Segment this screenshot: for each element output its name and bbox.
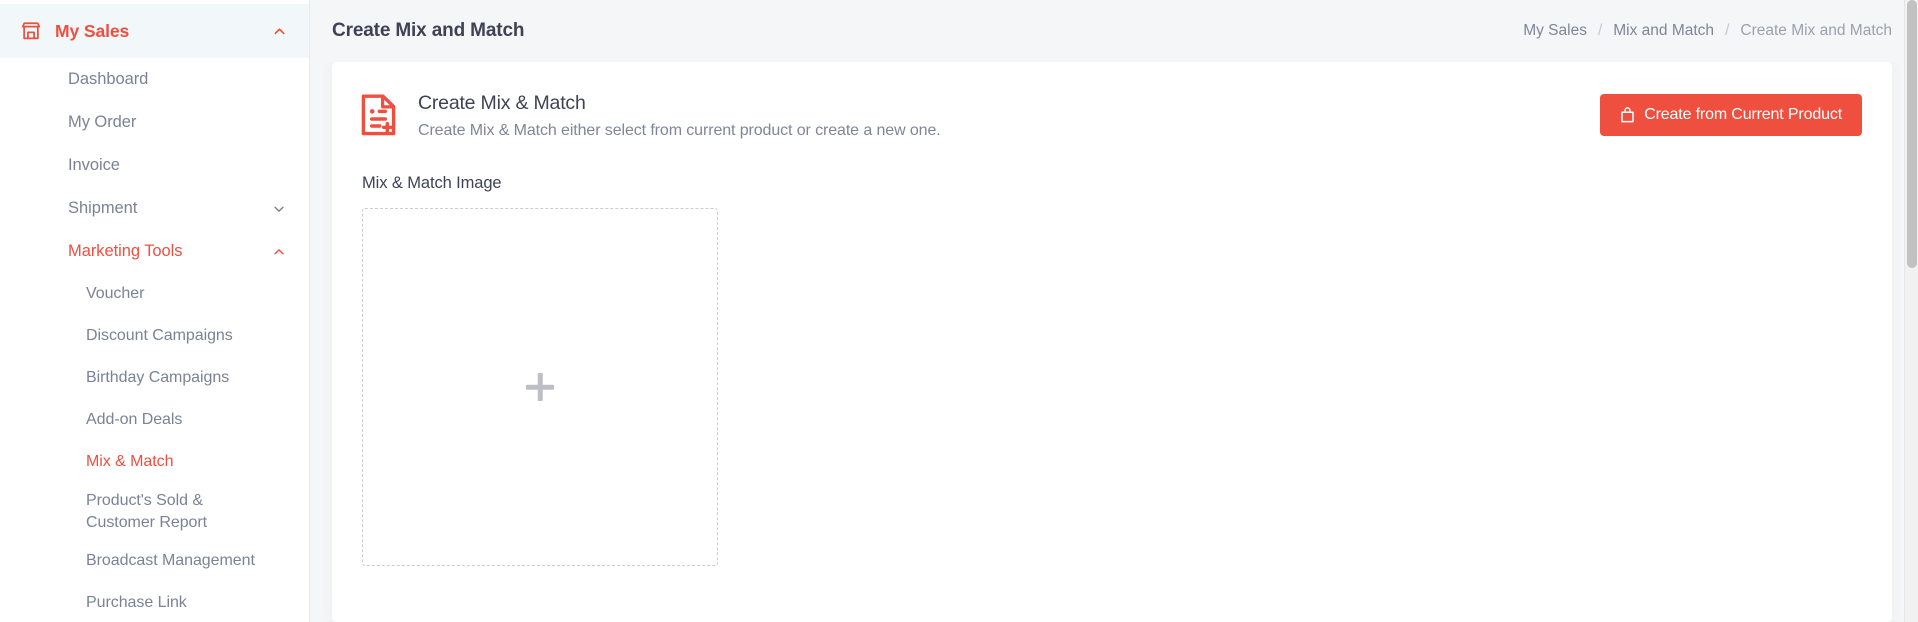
chevron-up-icon[interactable]	[271, 23, 287, 39]
sidebar-item-label: Shipment	[68, 199, 138, 217]
main-content: Create Mix and Match My Sales / Mix and …	[310, 0, 1918, 622]
sidebar-item-purchase-link[interactable]: Purchase Link	[0, 582, 309, 622]
sidebar-item-label: Add-on Deals	[86, 411, 183, 428]
create-from-current-product-label: Create from Current Product	[1644, 106, 1842, 123]
form-area: Mix & Match Image	[332, 166, 1892, 566]
sidebar-root-my-sales[interactable]: My Sales	[0, 4, 309, 58]
document-plus-icon	[360, 93, 398, 137]
sidebar-root-label: My Sales	[55, 20, 130, 41]
sidebar-item-label: Dashboard	[68, 70, 149, 88]
breadcrumb-separator: /	[1597, 22, 1603, 39]
content-area: Create Mix & Match Create Mix & Match ei…	[310, 62, 1918, 622]
create-from-current-product-button[interactable]: Create from Current Product	[1600, 94, 1862, 136]
sidebar-item-birthday-campaigns[interactable]: Birthday Campaigns	[0, 357, 309, 399]
sidebar-item-label: Product's Sold & Customer Report	[86, 492, 208, 531]
breadcrumb-item-create-mix-and-match: Create Mix and Match	[1740, 22, 1892, 39]
sidebar-item-invoice[interactable]: Invoice	[0, 144, 309, 187]
sidebar-item-marketing-tools[interactable]: Marketing Tools	[0, 230, 309, 273]
sidebar-item-dashboard[interactable]: Dashboard	[0, 58, 309, 101]
sidebar-item-label: Broadcast Management	[86, 552, 255, 569]
page-header: Create Mix and Match My Sales / Mix and …	[310, 0, 1918, 62]
sidebar-item-shipment[interactable]: Shipment	[0, 187, 309, 230]
sidebar-item-products-sold-customer-report[interactable]: Product's Sold & Customer Report	[0, 483, 309, 540]
app-root: My Sales Dashboard My Order Invoice Ship…	[0, 0, 1918, 622]
create-mix-match-card: Create Mix & Match Create Mix & Match ei…	[332, 62, 1892, 622]
card-title: Create Mix & Match	[418, 92, 586, 114]
sidebar-item-label: Mix & Match	[86, 453, 174, 470]
sidebar-item-add-on-deals[interactable]: Add-on Deals	[0, 399, 309, 441]
plus-icon	[523, 370, 557, 404]
sidebar: My Sales Dashboard My Order Invoice Ship…	[0, 0, 310, 622]
vertical-scrollbar[interactable]	[1904, 0, 1918, 622]
shopping-bag-icon	[1620, 107, 1635, 123]
mix-match-image-dropzone[interactable]	[362, 208, 718, 566]
sidebar-item-label: Discount Campaigns	[86, 327, 233, 344]
sidebar-item-label: Invoice	[68, 156, 120, 174]
breadcrumb-item-mix-and-match[interactable]: Mix and Match	[1613, 22, 1714, 40]
sidebar-item-label: Marketing Tools	[68, 242, 183, 260]
card-header: Create Mix & Match Create Mix & Match ei…	[332, 62, 1892, 166]
breadcrumb-separator: /	[1725, 22, 1730, 39]
chevron-down-icon[interactable]	[271, 201, 287, 217]
card-subtitle: Create Mix & Match either select from cu…	[418, 122, 941, 139]
sidebar-item-broadcast-management[interactable]: Broadcast Management	[0, 540, 309, 582]
chevron-up-icon[interactable]	[271, 244, 287, 260]
sidebar-item-discount-campaigns[interactable]: Discount Campaigns	[0, 315, 309, 357]
breadcrumb-item-my-sales[interactable]: My Sales	[1523, 22, 1587, 40]
scrollbar-thumb[interactable]	[1907, 0, 1917, 268]
breadcrumb: My Sales / Mix and Match / Create Mix an…	[1523, 22, 1892, 40]
sidebar-item-label: My Order	[68, 113, 137, 131]
sidebar-item-voucher[interactable]: Voucher	[0, 273, 309, 315]
sidebar-item-label: Purchase Link	[86, 594, 187, 611]
mix-match-image-label: Mix & Match Image	[362, 174, 502, 192]
sidebar-item-label: Birthday Campaigns	[86, 369, 230, 386]
sidebar-item-mix-and-match[interactable]: Mix & Match	[0, 441, 309, 483]
page-title: Create Mix and Match	[332, 20, 525, 41]
store-icon	[20, 20, 42, 42]
card-header-text: Create Mix & Match Create Mix & Match ei…	[418, 91, 1600, 140]
sidebar-item-my-order[interactable]: My Order	[0, 101, 309, 144]
sidebar-item-label: Voucher	[86, 285, 145, 302]
